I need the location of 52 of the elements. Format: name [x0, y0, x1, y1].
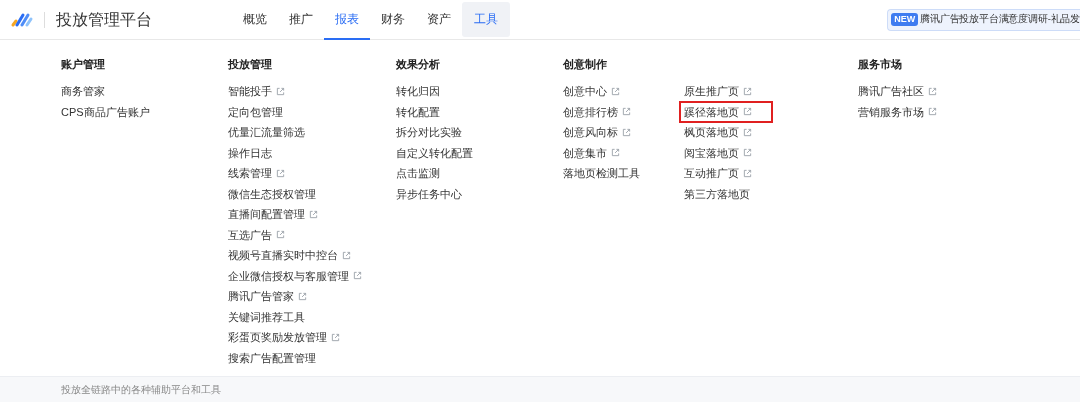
notice-text: 腾讯广告投放平台满意度调研-礼品发	[920, 12, 1080, 27]
menu-link[interactable]: 蹊径落地页	[679, 100, 773, 123]
menu-link[interactable]: 自定义转化配置	[391, 141, 478, 164]
menu-link[interactable]: 创意中心	[558, 80, 625, 103]
menu-heading: 效果分析	[396, 56, 441, 72]
menu-link[interactable]: 商务管家	[56, 80, 110, 103]
menu-heading: 账户管理	[61, 56, 106, 72]
menu-link[interactable]: 创意集市	[558, 141, 625, 164]
menu-link[interactable]: 第三方落地页	[679, 182, 755, 205]
menu-link[interactable]: 搜索广告配置管理	[223, 346, 321, 369]
menu-link[interactable]: 原生推广页	[679, 80, 757, 103]
logo-icon	[10, 11, 34, 28]
notice-banner[interactable]: NEW 腾讯广告投放平台满意度调研-礼品发	[887, 8, 1080, 31]
nav-tab[interactable]: 资产	[416, 2, 462, 37]
menu-link[interactable]: 互动推广页	[679, 162, 757, 185]
app-title: 投放管理平台	[56, 9, 152, 30]
menu-link[interactable]: 定向包管理	[223, 100, 288, 123]
menu-link[interactable]: 直播间配置管理	[223, 203, 323, 226]
menu-link[interactable]: 创意风向标	[558, 121, 636, 144]
menu-link[interactable]: 操作日志	[223, 141, 277, 164]
menu-link[interactable]: 彩蛋页奖励发放管理	[223, 326, 345, 349]
footer-text: 投放全链路中的各种辅助平台和工具	[61, 383, 221, 397]
nav-tab[interactable]: 工具	[462, 2, 510, 37]
new-badge: NEW	[891, 13, 919, 26]
menu-heading: 创意制作	[563, 56, 608, 72]
menu-link[interactable]: 创意排行榜	[558, 100, 636, 123]
menu-link[interactable]: 转化配置	[391, 100, 445, 123]
menu-link[interactable]: 智能投手	[223, 80, 290, 103]
menu-link[interactable]: 腾讯广告社区	[853, 80, 942, 103]
menu-heading: 服务市场	[858, 56, 903, 72]
menu-link[interactable]: CPS商品广告账户	[56, 100, 155, 123]
menu-link[interactable]: 转化归因	[391, 80, 445, 103]
menu-link[interactable]: 关键词推荐工具	[223, 305, 310, 328]
menu-link[interactable]: 微信生态授权管理	[223, 182, 321, 205]
menu-link[interactable]: 营销服务市场	[853, 100, 942, 123]
menu-heading: 投放管理	[228, 56, 273, 72]
menu-link[interactable]: 异步任务中心	[391, 182, 467, 205]
menu-link[interactable]: 线索管理	[223, 162, 290, 185]
menu-link[interactable]: 拆分对比实验	[391, 121, 467, 144]
menu-link[interactable]: 阅宝落地页	[679, 141, 757, 164]
nav-tab[interactable]: 推广	[278, 2, 324, 37]
menu-link[interactable]: 企业微信授权与客服管理	[223, 264, 367, 287]
menu-link[interactable]: 枫页落地页	[679, 121, 757, 144]
nav-tab[interactable]: 概览	[232, 2, 278, 37]
menu-link[interactable]: 优量汇流量筛选	[223, 121, 310, 144]
menu-link[interactable]: 互选广告	[223, 223, 290, 246]
menu-link[interactable]: 腾讯广告管家	[223, 285, 312, 308]
menu-link[interactable]: 落地页检测工具	[558, 162, 645, 185]
menu-link[interactable]: 视频号直播实时中控台	[223, 244, 356, 267]
menu-link[interactable]: 点击监测	[391, 162, 445, 185]
nav-tab[interactable]: 财务	[370, 2, 416, 37]
nav-tab[interactable]: 报表	[324, 0, 370, 40]
